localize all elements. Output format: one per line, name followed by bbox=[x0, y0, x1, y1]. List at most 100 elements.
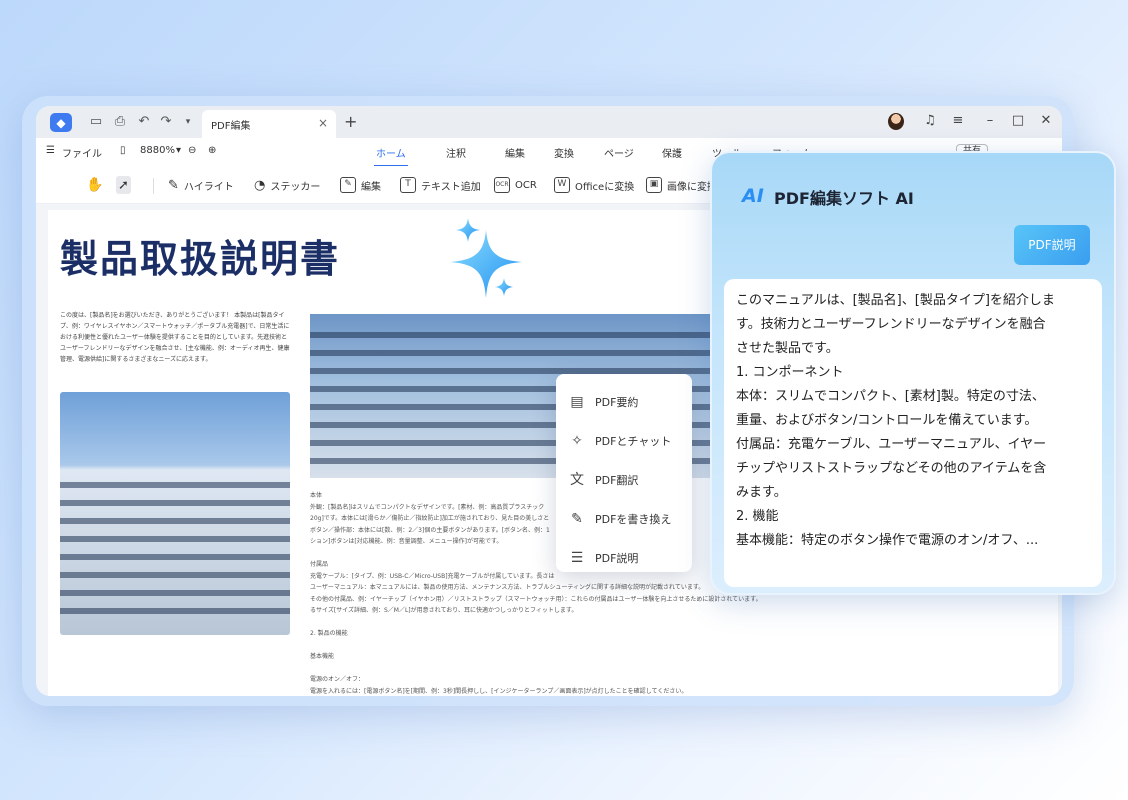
explain-icon: ☰ bbox=[570, 549, 584, 566]
answer-line: す。技術力とユーザーフレンドリーなデザインを融合 bbox=[736, 317, 1046, 332]
menu-item-label: PDF翻訳 bbox=[595, 473, 639, 487]
body-line: 電源を入れるには：[電源ボタン名]を[期間、例：3秒]間長押しし、[インジケータ… bbox=[310, 687, 688, 695]
ocr-icon: OCR bbox=[494, 177, 510, 193]
to-office-label: Officeに変換 bbox=[575, 181, 635, 193]
tab-edit[interactable]: 編集 bbox=[505, 145, 525, 160]
tab-convert[interactable]: 変換 bbox=[554, 145, 574, 160]
maximize-icon[interactable]: □ bbox=[1010, 113, 1026, 128]
zoom-out-icon[interactable]: ⊖ bbox=[188, 145, 196, 156]
save-icon[interactable]: ▭ bbox=[88, 114, 104, 130]
body-line bbox=[310, 617, 870, 629]
title-tab-bar: ◆ ▭ ⎙ ↶ ↷ ▾ PDF編集 × + ♫ ≡ – □ ✕ bbox=[36, 106, 1062, 138]
highlighter-icon: ✎ bbox=[168, 177, 179, 193]
body-line bbox=[310, 663, 870, 675]
body-line: 2. 製品の機能 bbox=[310, 630, 348, 637]
highlight-label: ハイライト bbox=[183, 181, 234, 193]
to-office-tool[interactable]: W Officeに変換 bbox=[554, 176, 634, 194]
document-title: 製品取扱説明書 bbox=[60, 237, 341, 281]
answer-line: 付属品：充電ケーブル、ユーザーマニュアル、イヤー bbox=[736, 437, 1047, 452]
app-logo-icon[interactable]: ◆ bbox=[50, 113, 72, 132]
menu-item-pdf-translate[interactable]: 文 PDF翻訳 bbox=[556, 460, 692, 499]
image-icon: ▣ bbox=[646, 177, 662, 193]
ai-answer-box: このマニュアルは、[製品名]、[製品タイプ]を紹介しま す。技術力とユーザーフレ… bbox=[724, 279, 1102, 587]
pdf-explain-prompt-button[interactable]: PDF説明 bbox=[1014, 225, 1090, 265]
menu-item-label: PDFとチャット bbox=[595, 434, 672, 448]
translate-icon: 文 bbox=[570, 471, 584, 488]
cursor-icon: ➚ bbox=[118, 177, 129, 193]
building-photo-left bbox=[60, 392, 290, 635]
tab-page[interactable]: ページ bbox=[604, 145, 634, 160]
ai-assistant-panel: AI PDF編集ソフト AI PDF説明 このマニュアルは、[製品名]、[製品タ… bbox=[710, 151, 1116, 595]
body-line: るサイズ[サイズ詳細、例：S／M／L]が用意されており、耳に快適かつしっかりとフ… bbox=[310, 607, 578, 614]
menu-item-pdf-summary[interactable]: ▤ PDF要約 bbox=[556, 382, 692, 421]
menu-item-label: PDF要約 bbox=[595, 395, 639, 409]
answer-line: 1. コンポーネント bbox=[736, 365, 844, 380]
hamburger-icon[interactable]: ☰ bbox=[46, 145, 55, 156]
undo-icon[interactable]: ↶ bbox=[136, 114, 152, 130]
tab-annotate[interactable]: 注釈 bbox=[446, 145, 466, 160]
edit-label: 編集 bbox=[361, 181, 381, 193]
menu-icon[interactable]: ≡ bbox=[950, 113, 966, 128]
user-avatar[interactable] bbox=[888, 113, 904, 130]
text-icon: T bbox=[400, 177, 416, 193]
zoom-in-icon[interactable]: ⊕ bbox=[208, 145, 216, 156]
edit-tool[interactable]: ✎ 編集 bbox=[340, 176, 381, 194]
menu-item-label: PDF説明 bbox=[595, 551, 639, 565]
menu-item-pdf-explain[interactable]: ☰ PDF説明 bbox=[556, 538, 692, 577]
rewrite-wand-icon: ✎ bbox=[571, 510, 583, 527]
office-icon: W bbox=[554, 177, 570, 193]
zoom-dropdown-icon[interactable]: ▾ bbox=[176, 145, 181, 156]
close-window-icon[interactable]: ✕ bbox=[1038, 113, 1054, 128]
ocr-label: OCR bbox=[515, 179, 537, 191]
bell-icon[interactable]: ♫ bbox=[922, 113, 938, 128]
to-image-tool[interactable]: ▣ 画像に変換 bbox=[646, 176, 717, 194]
page-icon: ▯ bbox=[120, 145, 126, 156]
body-line bbox=[310, 640, 870, 652]
tab-home[interactable]: ホーム bbox=[374, 145, 408, 167]
sticker-tool[interactable]: ◔ ステッカー bbox=[254, 176, 320, 194]
answer-line: 基本機能：特定のボタン操作で電源のオン/オフ、... bbox=[736, 533, 1039, 548]
hand-tool[interactable]: ✋ bbox=[86, 176, 103, 194]
tab-protect[interactable]: 保護 bbox=[662, 145, 682, 160]
file-menu[interactable]: ファイル bbox=[62, 145, 102, 160]
ai-panel-title: PDF編集ソフト AI bbox=[774, 189, 914, 208]
edit-icon: ✎ bbox=[340, 177, 356, 193]
menu-item-pdf-rewrite[interactable]: ✎ PDFを書き換え bbox=[556, 499, 692, 538]
summary-icon: ▤ bbox=[570, 393, 584, 410]
document-tab-label: PDF編集 bbox=[211, 120, 251, 132]
add-text-label: テキスト追加 bbox=[421, 181, 481, 193]
minimize-icon[interactable]: – bbox=[982, 113, 998, 128]
answer-line: 重量、およびボタン/コントロールを備えています。 bbox=[736, 413, 1038, 428]
body-line: その他の付属品、例：イヤーチップ（イヤホン用）／リストストラップ（スマートウォッ… bbox=[310, 595, 762, 603]
ai-context-menu: ▤ PDF要約 ✧ PDFとチャット 文 PDF翻訳 ✎ PDFを書き換え ☰ PDF説明 bbox=[556, 374, 692, 572]
answer-line: みます。 bbox=[736, 485, 787, 500]
print-icon[interactable]: ⎙ bbox=[112, 114, 128, 130]
ai-sparkle-icon bbox=[450, 218, 522, 298]
menu-item-pdf-chat[interactable]: ✧ PDFとチャット bbox=[556, 421, 692, 460]
add-text-tool[interactable]: T テキスト追加 bbox=[400, 176, 481, 194]
menu-item-label: PDFを書き換え bbox=[595, 512, 672, 526]
document-tab[interactable]: PDF編集 × bbox=[202, 110, 336, 138]
ai-logo-icon: AI bbox=[742, 185, 764, 207]
sticker-icon: ◔ bbox=[254, 177, 266, 193]
toolbar-divider bbox=[153, 178, 154, 194]
sparkle-chat-icon: ✧ bbox=[571, 432, 583, 449]
answer-line: 2. 機能 bbox=[736, 509, 779, 524]
answer-line: させた製品です。 bbox=[736, 341, 839, 356]
answer-line: 本体：スリムでコンパクト、[素材]製。特定の寸法、 bbox=[736, 389, 1045, 404]
body-line: 基本機能 bbox=[310, 653, 335, 660]
new-tab-button[interactable]: + bbox=[344, 112, 357, 131]
highlight-tool[interactable]: ✎ ハイライト bbox=[168, 176, 234, 194]
redo-icon[interactable]: ↷ bbox=[158, 114, 174, 130]
close-tab-icon[interactable]: × bbox=[318, 116, 328, 130]
answer-line: このマニュアルは、[製品名]、[製品タイプ]を紹介しま bbox=[736, 293, 1055, 308]
chevron-down-icon[interactable]: ▾ bbox=[180, 114, 196, 130]
hand-icon: ✋ bbox=[86, 177, 104, 193]
ocr-tool[interactable]: OCR OCR bbox=[494, 176, 537, 194]
document-intro: この度は、[製品名]をお選びいただき、ありがとうございます！ 本製品は[製品タイ… bbox=[60, 312, 290, 363]
zoom-level[interactable]: 8880% bbox=[140, 145, 175, 156]
sticker-label: ステッカー bbox=[270, 181, 321, 193]
answer-line: チップやリストストラップなどその他のアイテムを含 bbox=[736, 461, 1047, 476]
body-line: 電源のオン／オフ： bbox=[310, 676, 365, 683]
select-tool[interactable]: ➚ bbox=[116, 176, 131, 194]
